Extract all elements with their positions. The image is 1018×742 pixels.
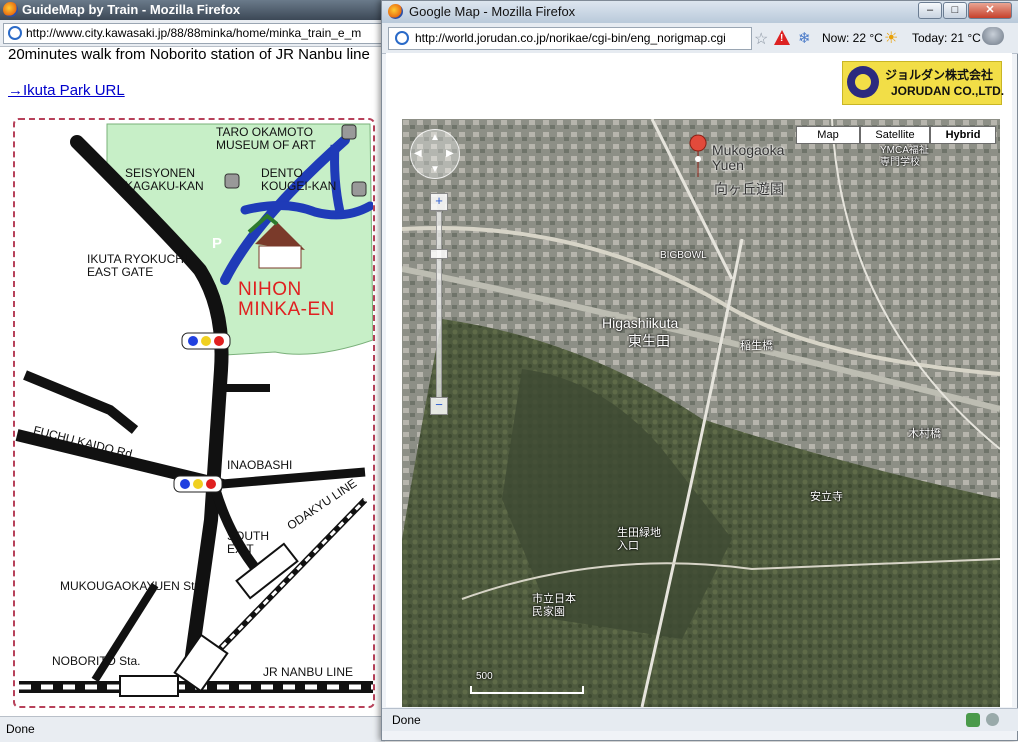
bookmark-star-icon[interactable]: ☆ — [754, 29, 768, 49]
warning-icon[interactable]: ! — [774, 30, 790, 45]
map-label-mukogaoka-en: Mukogaoka Yuen — [712, 142, 785, 173]
walk-description: 20minutes walk from Noborito station of … — [8, 46, 370, 63]
guide-map-drawing — [15, 123, 373, 697]
map-label-bigbowl: BIGBOWL — [660, 250, 707, 261]
maximize-button[interactable]: □ — [943, 2, 967, 19]
jorudan-logo-jp: ジョルダン株式会社 — [885, 68, 994, 82]
site-icon — [395, 31, 409, 45]
partly-sunny-icon: ☀ — [884, 30, 899, 47]
google-map-view[interactable]: ▲ ▼ ◀ ▶ + − Map Satellite Hybrid Mukogao… — [402, 119, 1000, 707]
map-label-higashiikuta-jp: 東生田 — [628, 333, 670, 349]
weather-addon-icon[interactable]: ❄ — [798, 29, 811, 47]
mukougaokayuen-station-label: MUKOUGAOKAYUEN Sta. — [60, 579, 205, 593]
front-url-bar: http://world.jorudan.co.jp/norikae/cgi-b… — [382, 23, 1018, 54]
minimize-button[interactable]: – — [918, 2, 942, 19]
firefox-icon — [388, 4, 403, 19]
front-window-title: Google Map - Mozilla Firefox — [409, 4, 576, 19]
jorudan-logo[interactable]: ジョルダン株式会社 JORUDAN CO.,LTD. — [842, 61, 1005, 105]
zoom-slider-track[interactable] — [436, 211, 442, 399]
south-exit-label: SOUTH EXIT — [227, 529, 269, 556]
map-scale-bar — [470, 686, 584, 694]
guide-map: TARO OKAMOTO MUSEUM OF ART SEISYONEN KAG… — [13, 118, 375, 708]
map-type-hybrid[interactable]: Hybrid — [930, 126, 996, 144]
nihon-minka-en-label: NIHON MINKA-EN — [238, 279, 335, 320]
weather-today[interactable]: Today: 21 °C — [912, 31, 981, 45]
front-status-text: Done — [392, 713, 421, 727]
network-status-icon[interactable] — [986, 713, 999, 726]
jorudan-logo-en: JORUDAN CO.,LTD. — [891, 84, 1005, 98]
map-label-annyoji: 安立寺 — [810, 491, 843, 503]
google-map-window: Google Map - Mozilla Firefox – □ ✕ http:… — [381, 0, 1018, 741]
back-status-text: Done — [6, 722, 35, 736]
pan-control[interactable]: ▲ ▼ ◀ ▶ — [410, 129, 460, 179]
back-page-content: 20minutes walk from Noborito station of … — [0, 46, 385, 716]
front-window-titlebar[interactable]: Google Map - Mozilla Firefox – □ ✕ — [382, 1, 1018, 23]
ikuta-ryokuchi-label: IKUTA RYOKUCHI EAST GATE — [87, 252, 188, 279]
parking-label: P — [212, 235, 223, 252]
zoom-control[interactable]: + − — [430, 193, 448, 415]
zoom-out-button[interactable]: − — [430, 397, 448, 415]
pan-down-icon: ▼ — [430, 164, 440, 175]
noborito-station-label: NOBORITO Sta. — [52, 654, 141, 668]
front-page-content: ジョルダン株式会社 JORUDAN CO.,LTD. ▲ ▼ ◀ ▶ + − M… — [386, 53, 1012, 707]
taro-okamoto-label: TARO OKAMOTO MUSEUM OF ART — [216, 125, 316, 152]
dento-kougei-label: DENTO KOUGEI-KAN — [261, 166, 337, 193]
map-label-kimurabashi: 木村橋 — [908, 428, 941, 440]
jr-nanbu-line-label: JR NANBU LINE — [263, 665, 354, 679]
pan-right-icon: ▶ — [446, 148, 454, 159]
firefox-icon — [3, 2, 18, 17]
ikuta-park-link[interactable]: →Ikuta Park URL — [8, 82, 125, 99]
map-type-satellite[interactable]: Satellite — [860, 126, 930, 144]
back-url-text: http://www.city.kawasaki.jp/88/88minka/h… — [26, 26, 362, 40]
map-label-ryokuchi-entrance: 生田緑地 入口 — [617, 527, 661, 552]
seisyonen-label: SEISYONEN KAGAKU-KAN — [125, 166, 204, 193]
jorudan-logo-mark — [847, 66, 879, 98]
map-label-higashiikuta-en: Higashiikuta — [602, 315, 679, 331]
weather-now[interactable]: Now: 22 °C — [822, 31, 883, 45]
addon-status-icon[interactable] — [966, 713, 980, 727]
map-type-map[interactable]: Map — [796, 126, 860, 144]
close-button[interactable]: ✕ — [968, 2, 1012, 19]
front-url-text: http://world.jorudan.co.jp/norikae/cgi-b… — [415, 31, 726, 45]
back-window-title: GuideMap by Train - Mozilla Firefox — [22, 2, 241, 17]
zoom-in-button[interactable]: + — [430, 193, 448, 211]
map-scale-label: 500 — [476, 671, 493, 682]
front-url-input[interactable]: http://world.jorudan.co.jp/norikae/cgi-b… — [388, 27, 752, 50]
map-label-ymca: YMCA福祉 専門学校 — [880, 145, 929, 168]
pan-up-icon: ▲ — [430, 132, 440, 143]
site-icon — [8, 26, 22, 40]
back-status-bar: Done — [0, 716, 385, 742]
front-status-bar: Done — [382, 708, 1018, 731]
zoom-slider-handle[interactable] — [430, 249, 448, 259]
satellite-imagery — [402, 119, 1000, 707]
rain-cloud-icon — [982, 27, 1004, 45]
map-label-mukogaoka-jp: 向ヶ丘遊園 — [714, 181, 784, 197]
pan-left-icon: ◀ — [414, 148, 422, 159]
inaobashi-label: INAOBASHI — [227, 458, 293, 472]
map-label-inadabashi: 稲生橋 — [740, 340, 773, 352]
map-label-minka-en: 市立日本 民家園 — [532, 593, 576, 618]
